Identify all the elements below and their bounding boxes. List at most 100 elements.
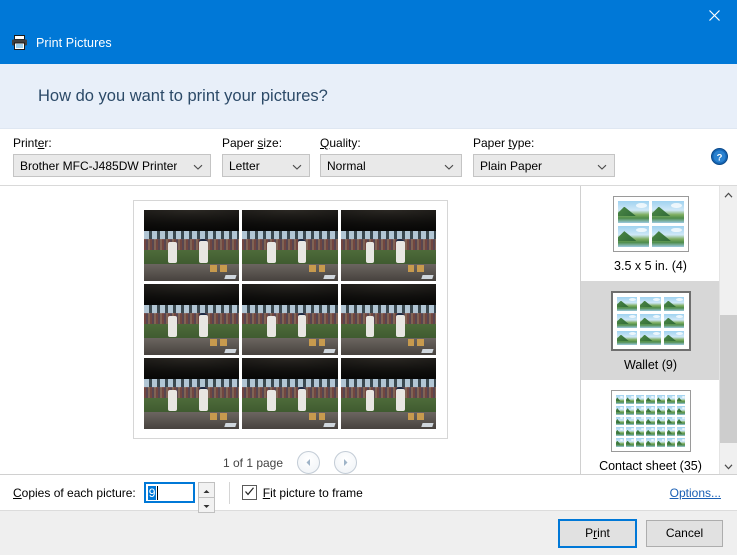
layout-thumbnail-tile — [657, 438, 665, 447]
chevron-down-icon — [444, 161, 454, 171]
layout-thumbnail-tile — [646, 438, 654, 447]
scroll-up-button[interactable] — [720, 186, 737, 203]
layout-option-label: Wallet (9) — [624, 358, 677, 372]
fit-picture-checkbox[interactable] — [242, 485, 257, 500]
print-pictures-dialog: Print Pictures How do you want to print … — [0, 0, 737, 555]
copies-bar: Copies of each picture: 9 — [0, 474, 737, 510]
next-page-button[interactable] — [334, 451, 357, 474]
layout-option-label: 3.5 x 5 in. (4) — [614, 259, 687, 273]
layout-thumbnail-tile — [626, 427, 634, 436]
layout-thumbnail-tile — [636, 406, 644, 415]
close-icon — [709, 10, 720, 21]
layout-thumbnail — [613, 196, 689, 252]
layout-thumbnail-tile — [677, 406, 685, 415]
layout-option[interactable]: 3.5 x 5 in. (4) — [581, 186, 720, 281]
copies-increment-button[interactable] — [198, 482, 215, 497]
svg-text:?: ? — [717, 152, 723, 163]
layout-thumbnail-tile — [616, 395, 624, 404]
dialog-footer: Print Cancel — [0, 510, 737, 555]
layout-thumbnail-tile — [617, 297, 638, 311]
preview-photo — [341, 358, 437, 429]
page-status: 1 of 1 page — [223, 456, 283, 470]
close-button[interactable] — [691, 0, 737, 30]
layout-thumbnail-tile — [626, 438, 634, 447]
next-page-icon — [341, 458, 350, 467]
layout-thumbnail-tile — [677, 395, 685, 404]
layout-option-label: Contact sheet (35) — [599, 459, 702, 473]
copies-label: Copies of each picture: — [13, 486, 136, 500]
layout-thumbnail-tile — [626, 406, 634, 415]
layout-thumbnail-tile — [664, 314, 685, 328]
scroll-up-icon — [724, 188, 733, 202]
layout-scrollbar[interactable] — [719, 186, 737, 474]
preview-photo — [242, 358, 338, 429]
layout-thumbnail-tile — [616, 406, 624, 415]
layout-list-pane: 3.5 x 5 in. (4) Wallet (9) Contact sheet (… — [581, 186, 737, 474]
help-button[interactable]: ? — [711, 148, 728, 165]
printer-select[interactable]: Brother MFC-J485DW Printer — [13, 154, 211, 177]
layout-thumbnail-tile — [646, 406, 654, 415]
layout-thumbnail-tile — [667, 438, 675, 447]
preview-photo — [242, 210, 338, 281]
copies-input[interactable]: 9 — [144, 482, 195, 503]
layout-thumbnail-tile — [652, 201, 684, 223]
preview-page — [133, 200, 448, 439]
paper-type-select[interactable]: Plain Paper — [473, 154, 615, 177]
scroll-down-button[interactable] — [720, 457, 737, 474]
layout-thumbnail-tile — [646, 427, 654, 436]
previous-page-icon — [304, 458, 313, 467]
layout-thumbnail-tile — [617, 314, 638, 328]
layout-thumbnail-tile — [657, 406, 665, 415]
layout-thumbnail-tile — [664, 297, 685, 311]
paper-type-label: Paper type: — [473, 136, 615, 150]
layout-thumbnail-tile — [640, 331, 661, 345]
layout-thumbnail-tile — [677, 427, 685, 436]
fit-picture-to-frame-row[interactable]: Fit picture to frame — [242, 485, 363, 500]
layout-thumbnail-tile — [646, 395, 654, 404]
print-button[interactable]: Print — [558, 519, 637, 548]
print-button-label: Print — [585, 526, 610, 540]
layout-option[interactable]: Wallet (9) — [581, 281, 720, 380]
paper-size-field: Paper size: Letter — [222, 136, 310, 177]
copies-value: 9 — [148, 486, 157, 500]
copies-decrement-button[interactable] — [198, 497, 215, 513]
copies-spin-buttons — [198, 482, 215, 503]
print-options-bar: Printer: Brother MFC-J485DW Printer Pape… — [0, 129, 737, 186]
options-link[interactable]: Options... — [670, 486, 721, 500]
layout-thumbnail-tile — [677, 417, 685, 426]
previous-page-button[interactable] — [297, 451, 320, 474]
paper-size-select[interactable]: Letter — [222, 154, 310, 177]
layout-thumbnail-tile — [616, 427, 624, 436]
window-title: Print Pictures — [36, 36, 112, 50]
chevron-down-icon — [292, 161, 302, 171]
layout-thumbnail-tile — [617, 331, 638, 345]
layout-thumbnail-tile — [640, 297, 661, 311]
layout-option[interactable]: Contact sheet (35) — [581, 380, 720, 474]
cancel-button-label: Cancel — [666, 526, 703, 540]
cancel-button[interactable]: Cancel — [646, 520, 723, 547]
paper-size-value: Letter — [223, 159, 260, 173]
layout-thumbnail-tile — [657, 395, 665, 404]
spinner-up-icon — [203, 483, 210, 497]
printer-icon — [11, 34, 28, 51]
layout-thumbnail-tile — [636, 417, 644, 426]
preview-photo — [341, 210, 437, 281]
preview-photo — [242, 284, 338, 355]
fit-picture-label: Fit picture to frame — [263, 486, 363, 500]
layout-thumbnail-tile — [640, 314, 661, 328]
quality-select[interactable]: Normal — [320, 154, 462, 177]
layout-thumbnail-tile — [636, 427, 644, 436]
layout-thumbnail-tile — [664, 331, 685, 345]
paper-type-value: Plain Paper — [474, 159, 542, 173]
layout-thumbnail-tile — [636, 395, 644, 404]
preview-photo — [144, 210, 240, 281]
copies-stepper: 9 — [144, 482, 215, 503]
layout-thumbnail-tile — [667, 395, 675, 404]
layout-list: 3.5 x 5 in. (4) Wallet (9) Contact sheet (… — [581, 186, 720, 474]
paper-size-label: Paper size: — [222, 136, 310, 150]
chevron-down-icon — [597, 161, 607, 171]
layout-thumbnail-tile — [646, 417, 654, 426]
scrollbar-thumb[interactable] — [720, 315, 737, 443]
dialog-body: 1 of 1 page 3.5 x 5 in. (4) Wallet (9) Con… — [0, 186, 737, 474]
preview-photo — [341, 284, 437, 355]
